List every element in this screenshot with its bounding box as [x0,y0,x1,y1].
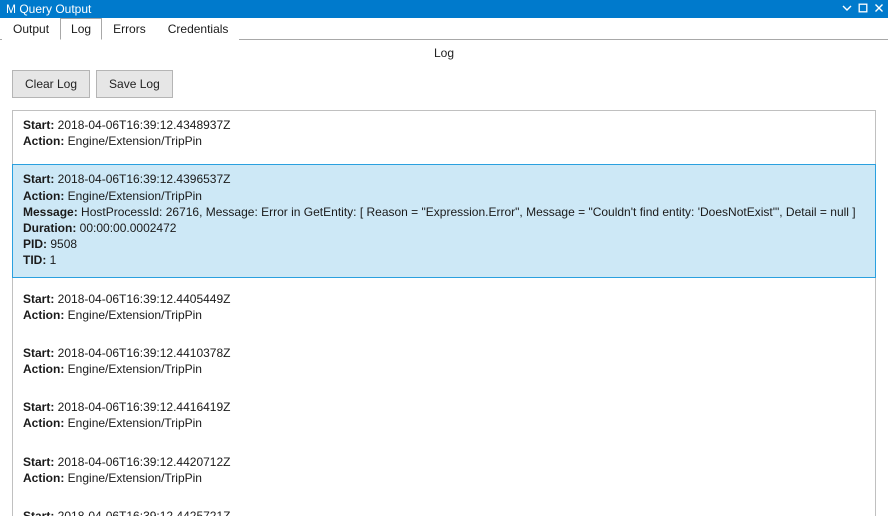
log-entry[interactable]: Start: 2018-04-06T16:39:12.4348937ZActio… [13,111,875,157]
panel-heading: Log [0,40,888,64]
window-titlebar: M Query Output [0,0,888,18]
log-label-action: Action: [23,416,68,430]
log-label-start: Start: [23,118,58,132]
log-row-start: Start: 2018-04-06T16:39:12.4420712Z [23,454,865,470]
log-value-start: 2018-04-06T16:39:12.4348937Z [58,118,231,132]
log-value-action: Engine/Extension/TripPin [68,362,202,376]
log-row-action: Action: Engine/Extension/TripPin [23,307,865,323]
log-label-action: Action: [23,134,68,148]
maximize-icon[interactable] [858,2,868,16]
entry-spacer [13,277,875,285]
scroll-area[interactable]: Clear Log Save Log Start: 2018-04-06T16:… [0,64,888,516]
log-row-pid: PID: 9508 [23,236,865,252]
log-row-start: Start: 2018-04-06T16:39:12.4425721Z [23,508,865,516]
log-value-pid: 9508 [50,237,77,251]
save-log-button[interactable]: Save Log [96,70,173,98]
log-label-start: Start: [23,292,58,306]
tab-output[interactable]: Output [2,18,60,40]
log-value-start: 2018-04-06T16:39:12.4425721Z [58,509,231,516]
dropdown-icon[interactable] [842,2,852,16]
log-row-action: Action: Engine/Extension/TripPin [23,470,865,486]
log-label-action: Action: [23,362,68,376]
log-row-action: Action: Engine/Extension/TripPin [23,415,865,431]
log-row-start: Start: 2018-04-06T16:39:12.4348937Z [23,117,865,133]
log-label-action: Action: [23,308,68,322]
entry-spacer [13,385,875,393]
log-label-duration: Duration: [23,221,80,235]
log-value-action: Engine/Extension/TripPin [68,134,202,148]
log-label-action: Action: [23,471,68,485]
log-value-start: 2018-04-06T16:39:12.4396537Z [58,172,231,186]
log-value-message: HostProcessId: 26716, Message: Error in … [81,205,856,219]
log-row-start: Start: 2018-04-06T16:39:12.4410378Z [23,345,865,361]
log-label-pid: PID: [23,237,50,251]
entry-spacer [13,440,875,448]
log-label-start: Start: [23,509,58,516]
log-row-action: Action: Engine/Extension/TripPin [23,133,865,149]
tab-log[interactable]: Log [60,18,102,40]
tab-credentials[interactable]: Credentials [157,18,240,40]
log-label-message: Message: [23,205,81,219]
log-label-start: Start: [23,346,58,360]
log-value-duration: 00:00:00.0002472 [80,221,177,235]
log-value-action: Engine/Extension/TripPin [68,308,202,322]
entry-spacer [13,494,875,502]
log-value-action: Engine/Extension/TripPin [68,416,202,430]
content: Log Clear Log Save Log Start: 2018-04-06… [0,40,888,516]
log-value-start: 2018-04-06T16:39:12.4416419Z [58,400,231,414]
log-value-start: 2018-04-06T16:39:12.4420712Z [58,455,231,469]
window-buttons [842,2,884,16]
log-row-duration: Duration: 00:00:00.0002472 [23,220,865,236]
log-value-tid: 1 [50,253,57,267]
log-value-start: 2018-04-06T16:39:12.4405449Z [58,292,231,306]
log-label-start: Start: [23,172,58,186]
log-row-action: Action: Engine/Extension/TripPin [23,188,865,204]
log-label-tid: TID: [23,253,50,267]
log-row-start: Start: 2018-04-06T16:39:12.4405449Z [23,291,865,307]
log-value-action: Engine/Extension/TripPin [68,471,202,485]
log-entry[interactable]: Start: 2018-04-06T16:39:12.4420712ZActio… [13,448,875,494]
log-entry[interactable]: Start: 2018-04-06T16:39:12.4410378ZActio… [13,339,875,385]
window-title: M Query Output [4,2,91,16]
close-icon[interactable] [874,2,884,16]
log-entry[interactable]: Start: 2018-04-06T16:39:12.4405449ZActio… [13,285,875,331]
log-toolbar: Clear Log Save Log [12,64,876,110]
log-row-message: Message: HostProcessId: 26716, Message: … [23,204,865,220]
tab-bar: Output Log Errors Credentials [0,18,888,40]
tab-errors[interactable]: Errors [102,18,157,40]
log-row-action: Action: Engine/Extension/TripPin [23,361,865,377]
log-value-action: Engine/Extension/TripPin [68,189,202,203]
log-list: Start: 2018-04-06T16:39:12.4348937ZActio… [12,110,876,516]
log-label-action: Action: [23,189,68,203]
log-value-start: 2018-04-06T16:39:12.4410378Z [58,346,231,360]
log-row-start: Start: 2018-04-06T16:39:12.4396537Z [23,171,865,187]
log-entry[interactable]: Start: 2018-04-06T16:39:12.4425721ZActio… [13,502,875,516]
log-row-start: Start: 2018-04-06T16:39:12.4416419Z [23,399,865,415]
log-label-start: Start: [23,455,58,469]
entry-spacer [13,331,875,339]
clear-log-button[interactable]: Clear Log [12,70,90,98]
log-entry[interactable]: Start: 2018-04-06T16:39:12.4416419ZActio… [13,393,875,439]
log-row-tid: TID: 1 [23,252,865,268]
log-entry[interactable]: Start: 2018-04-06T16:39:12.4396537ZActio… [12,164,876,277]
log-label-start: Start: [23,400,58,414]
